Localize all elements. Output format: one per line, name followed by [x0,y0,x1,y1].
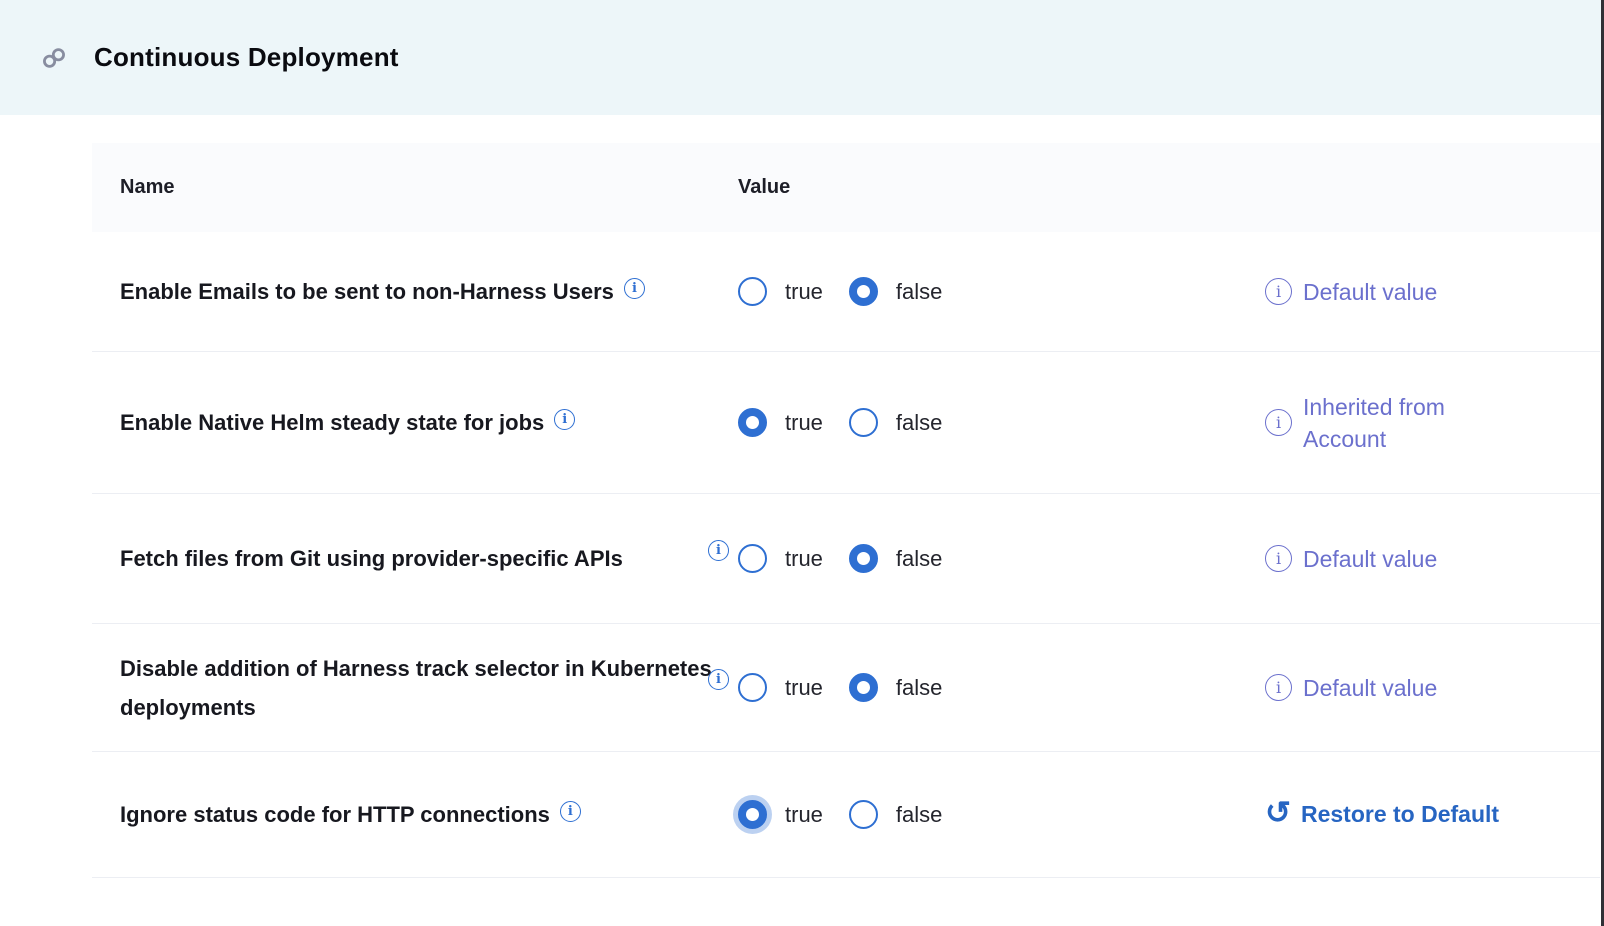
setting-label: Fetch files from Git using provider-spec… [120,546,623,571]
radio-label-false: false [896,279,942,305]
radio-label-true: true [785,802,823,828]
radio-button-false[interactable] [849,800,878,829]
restore-to-default-button[interactable]: Restore to Default [1265,799,1499,830]
status-label: Default value [1303,276,1437,308]
restore-icon[interactable] [1265,797,1291,828]
radio-option-true[interactable]: true [738,800,823,829]
column-header-name: Name [120,176,712,199]
setting-value: true false [712,544,1242,573]
restore-to-default-label: Restore to Default [1301,801,1499,828]
table-row: Fetch files from Git using provider-spec… [92,494,1600,624]
radio-button-false[interactable] [849,544,878,573]
radio-option-false[interactable]: false [849,673,942,702]
table-row: Enable Emails to be sent to non-Harness … [92,232,1600,352]
radio-option-false[interactable]: false [849,408,942,437]
setting-label: Disable addition of Harness track select… [120,656,712,720]
column-header-value: Value [712,176,790,199]
setting-name: Enable Emails to be sent to non-Harness … [120,272,712,311]
status: Inherited from Account [1242,391,1600,455]
radio-button-false[interactable] [849,673,878,702]
info-icon[interactable] [1265,409,1292,436]
info-icon[interactable] [1265,278,1292,305]
radio-label-false: false [896,675,942,701]
radio-label-true: true [785,675,823,701]
setting-name: Ignore status code for HTTP connections [120,795,712,834]
status: Default value [1242,672,1600,704]
radio-button-true[interactable] [738,800,767,829]
setting-name: Fetch files from Git using provider-spec… [120,539,712,578]
setting-name: Enable Native Helm steady state for jobs [120,403,712,442]
link-icon[interactable] [40,43,70,73]
status: Restore to Default [1242,799,1600,830]
radio-option-true[interactable]: true [738,673,823,702]
status: Default value [1242,543,1600,575]
info-icon[interactable] [1265,674,1292,701]
radio-button-true[interactable] [738,408,767,437]
radio-button-false[interactable] [849,408,878,437]
setting-label: Enable Native Helm steady state for jobs [120,410,544,435]
page-title: Continuous Deployment [94,42,399,73]
setting-value: true false [712,800,1242,829]
status-label: Default value [1303,672,1437,704]
radio-label-false: false [896,546,942,572]
settings-table: Name Value Enable Emails to be sent to n… [92,143,1600,878]
setting-label: Enable Emails to be sent to non-Harness … [120,279,614,304]
radio-button-true[interactable] [738,277,767,306]
settings-page: Continuous Deployment Name Value Enable … [0,0,1604,926]
radio-button-false[interactable] [849,277,878,306]
radio-option-true[interactable]: true [738,277,823,306]
info-icon[interactable] [708,669,729,690]
status-label: Default value [1303,543,1437,575]
radio-label-true: true [785,279,823,305]
table-row: Ignore status code for HTTP connections … [92,752,1600,878]
info-icon[interactable] [560,801,581,822]
radio-label-false: false [896,802,942,828]
section-header: Continuous Deployment [0,0,1604,115]
info-icon[interactable] [624,278,645,299]
radio-option-true[interactable]: true [738,544,823,573]
radio-option-false[interactable]: false [849,277,942,306]
info-icon[interactable] [708,540,729,561]
radio-label-false: false [896,410,942,436]
radio-option-true[interactable]: true [738,408,823,437]
setting-value: true false [712,277,1242,306]
radio-option-false[interactable]: false [849,800,942,829]
status: Default value [1242,276,1600,308]
table-header-row: Name Value [92,143,1600,232]
radio-button-true[interactable] [738,544,767,573]
info-icon[interactable] [554,409,575,430]
setting-value: true false [712,673,1242,702]
table-row: Disable addition of Harness track select… [92,624,1600,752]
table-row: Enable Native Helm steady state for jobs… [92,352,1600,494]
radio-label-true: true [785,410,823,436]
setting-value: true false [712,408,1242,437]
radio-button-true[interactable] [738,673,767,702]
radio-option-false[interactable]: false [849,544,942,573]
radio-label-true: true [785,546,823,572]
status-label: Inherited from Account [1303,391,1513,455]
info-icon[interactable] [1265,545,1292,572]
setting-name: Disable addition of Harness track select… [120,649,712,727]
setting-label: Ignore status code for HTTP connections [120,802,550,827]
